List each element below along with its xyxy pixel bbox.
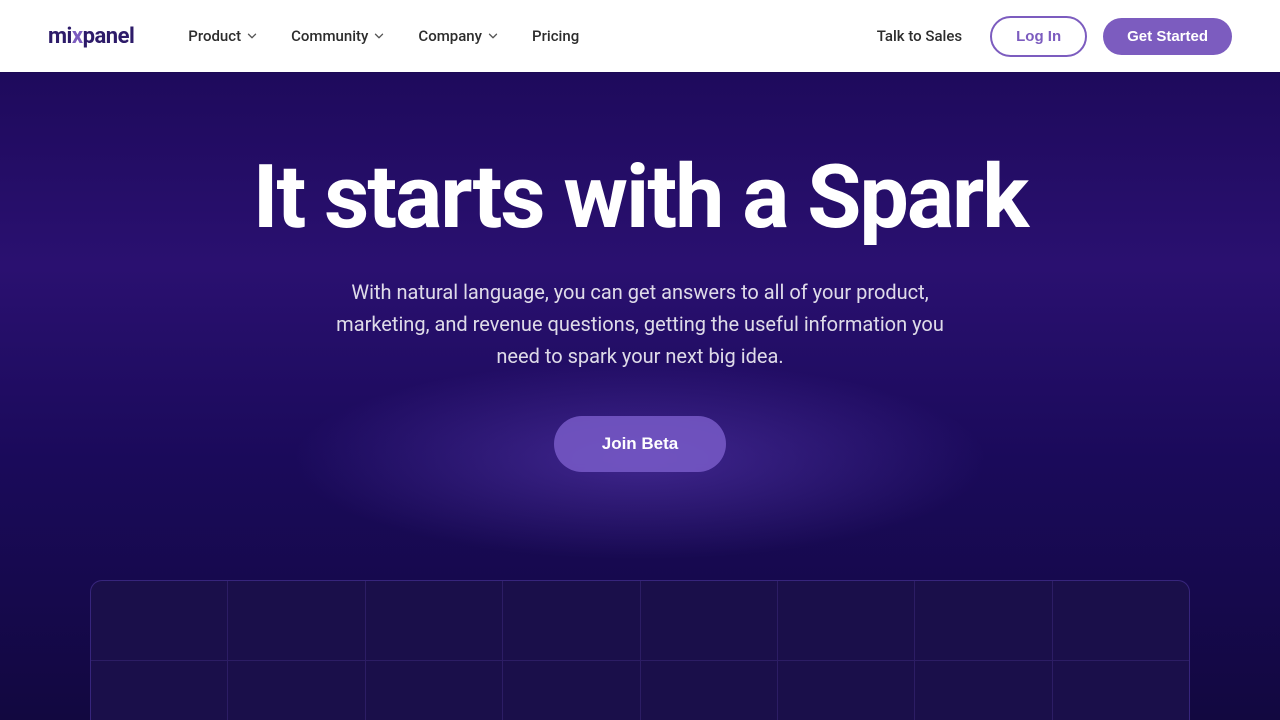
- grid-cell: [503, 581, 639, 661]
- grid-cell: [915, 661, 1051, 720]
- grid-cell: [366, 581, 502, 661]
- navbar-right: Talk to Sales Log In Get Started: [865, 16, 1232, 57]
- nav-item-company[interactable]: Company: [404, 19, 514, 53]
- grid-column-1: [91, 581, 228, 720]
- hero-section: It starts with a Spark With natural lang…: [0, 72, 1280, 720]
- hero-title: It starts with a Spark: [253, 152, 1028, 244]
- grid-cell: [778, 661, 914, 720]
- grid-cell: [641, 581, 777, 661]
- logo-text: mixpanel: [48, 24, 134, 49]
- grid-cell: [1053, 661, 1189, 720]
- grid-column-5: [641, 581, 778, 720]
- grid-column-6: [778, 581, 915, 720]
- dashboard-preview: [90, 580, 1190, 720]
- grid-column-2: [228, 581, 365, 720]
- logo[interactable]: mixpanel: [48, 24, 134, 49]
- grid-cell: [503, 661, 639, 720]
- grid-cell: [778, 581, 914, 661]
- grid-column-7: [915, 581, 1052, 720]
- talk-to-sales-link[interactable]: Talk to Sales: [865, 19, 974, 53]
- grid-cell: [1053, 581, 1189, 661]
- grid-cell: [228, 661, 364, 720]
- nav-links: Product Community Company Pricing: [174, 19, 593, 53]
- nav-item-pricing[interactable]: Pricing: [518, 19, 593, 53]
- join-beta-button[interactable]: Join Beta: [554, 416, 727, 472]
- grid-cell: [91, 581, 227, 661]
- navbar-left: mixpanel Product Community Company: [48, 19, 593, 53]
- get-started-button[interactable]: Get Started: [1103, 18, 1232, 55]
- hero-subtitle: With natural language, you can get answe…: [320, 276, 960, 372]
- chevron-down-icon: [372, 29, 386, 43]
- grid-column-8: [1053, 581, 1189, 720]
- grid-cell: [91, 661, 227, 720]
- chevron-down-icon: [486, 29, 500, 43]
- grid-column-4: [503, 581, 640, 720]
- chevron-down-icon: [245, 29, 259, 43]
- grid-cell: [915, 581, 1051, 661]
- grid-cell: [228, 581, 364, 661]
- nav-item-community[interactable]: Community: [277, 19, 400, 53]
- grid-cell: [641, 661, 777, 720]
- login-button[interactable]: Log In: [990, 16, 1087, 57]
- navbar: mixpanel Product Community Company: [0, 0, 1280, 72]
- grid-cell: [366, 661, 502, 720]
- grid-column-3: [366, 581, 503, 720]
- nav-item-product[interactable]: Product: [174, 19, 273, 53]
